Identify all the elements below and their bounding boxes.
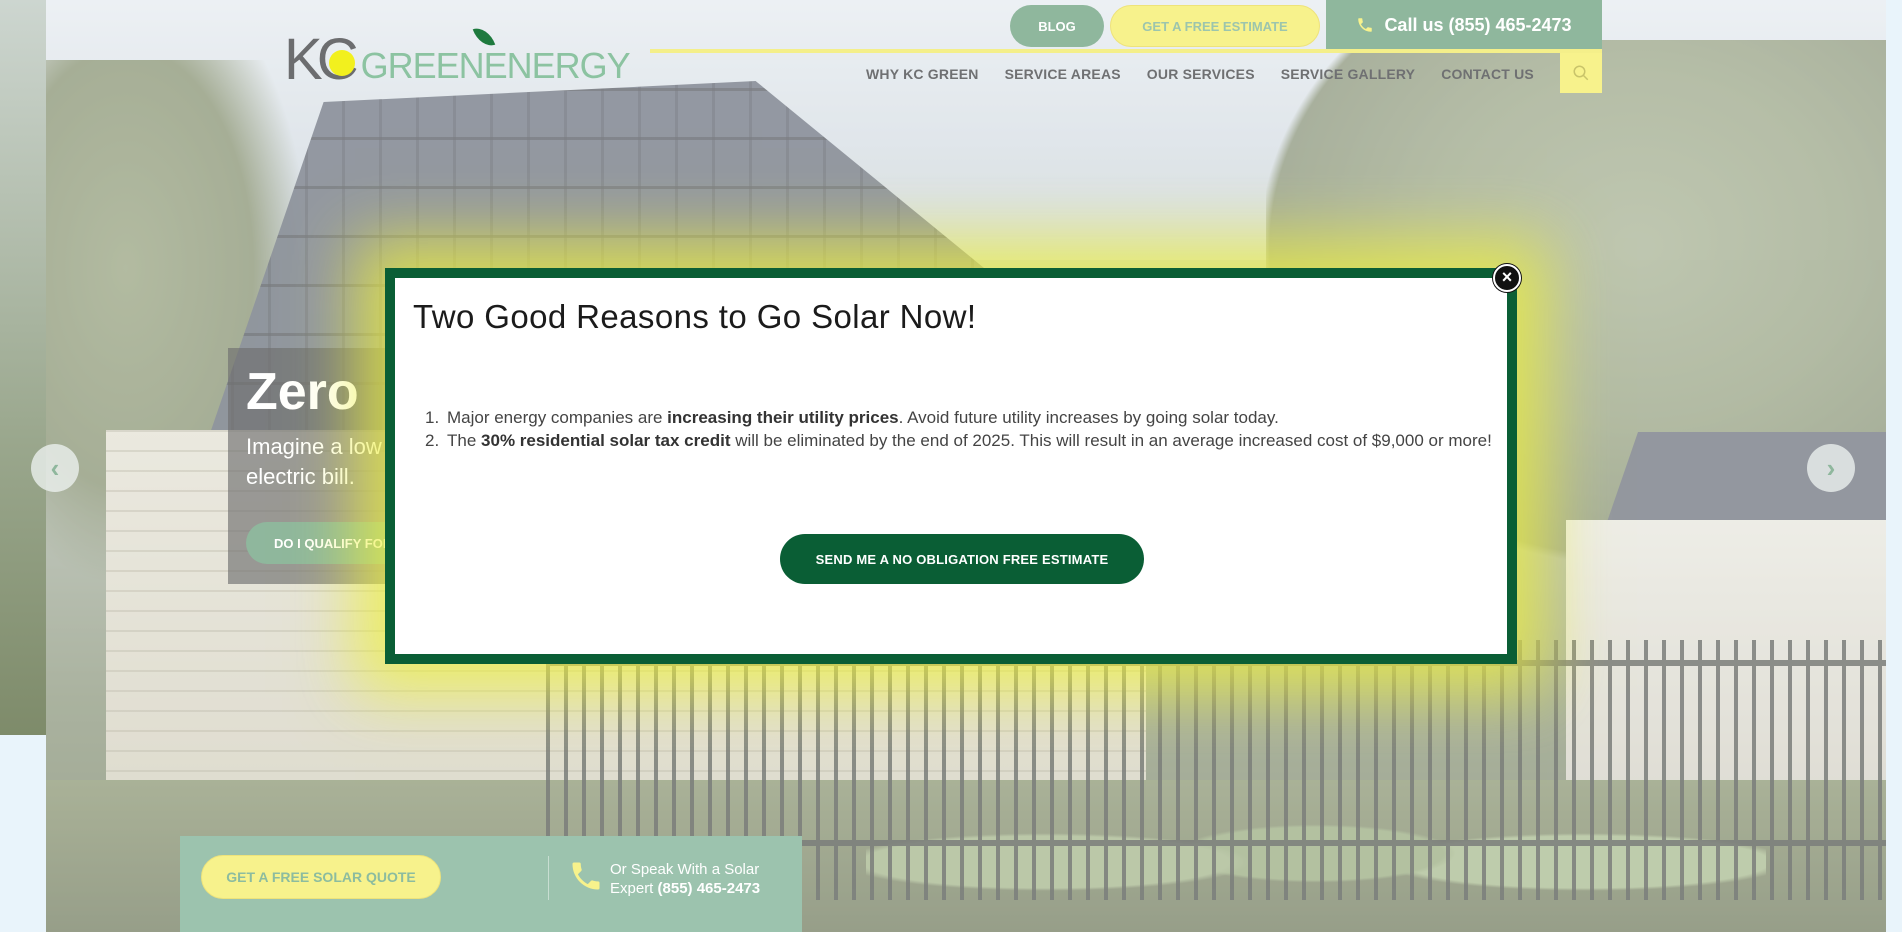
sun-icon: [328, 50, 355, 76]
logo-brand-text: GREENENERGY: [360, 45, 631, 86]
send-free-estimate-button[interactable]: SEND ME A NO OBLIGATION FREE ESTIMATE: [780, 534, 1144, 584]
list-item-text-end: will be eliminated by the end of 2025. T…: [730, 431, 1492, 450]
modal-title: Two Good Reasons to Go Solar Now!: [413, 298, 977, 335]
close-icon[interactable]: ×: [1493, 264, 1521, 292]
list-item-text-end: . Avoid future utility increases by goin…: [898, 408, 1279, 427]
phone-icon: [572, 862, 600, 890]
list-item: 2. The 30% residential solar tax credit …: [425, 429, 1495, 452]
nav-item-contact-us[interactable]: CONTACT US: [1441, 66, 1534, 82]
chevron-right-icon: ›: [1826, 452, 1836, 483]
reasons-list: 1. Major energy companies are increasing…: [425, 406, 1495, 452]
promo-modal: Two Good Reasons to Go Solar Now! 1. Maj…: [385, 268, 1517, 664]
speak-with-expert-phone: (855) 465-2473: [657, 880, 761, 897]
list-item-text-start: The: [447, 431, 482, 450]
logo-letter-c: C: [317, 31, 359, 89]
list-item-text: Major energy companies are increasing th…: [447, 406, 1279, 429]
free-solar-quote-button[interactable]: GET A FREE SOLAR QUOTE: [201, 855, 441, 899]
search-button[interactable]: [1560, 53, 1602, 93]
call-us-label: Call us (855) 465-2473: [1384, 14, 1572, 35]
nav-divider: [650, 49, 1602, 53]
list-item: 1. Major energy companies are increasing…: [425, 406, 1495, 429]
call-us-button[interactable]: Call us (855) 465-2473: [1326, 0, 1602, 50]
phone-icon: [1358, 18, 1373, 32]
list-item-text-bold: 30% residential solar tax credit: [481, 431, 731, 450]
list-item-number: 1.: [425, 408, 440, 427]
list-item-text-start: Major energy companies are: [447, 408, 668, 427]
list-item-number: 2.: [425, 431, 440, 450]
nav-item-service-gallery[interactable]: SERVICE GALLERY: [1281, 66, 1415, 82]
cta-divider: [548, 856, 549, 900]
list-item-text-bold: increasing their utility prices: [667, 408, 899, 427]
search-icon: [1573, 65, 1589, 81]
nav-item-our-services[interactable]: OUR SERVICES: [1147, 66, 1255, 82]
nav-item-service-areas[interactable]: SERVICE AREAS: [1005, 66, 1121, 82]
free-estimate-button[interactable]: GET A FREE ESTIMATE: [1110, 5, 1320, 47]
carousel-next-button[interactable]: ›: [1807, 444, 1855, 492]
logo-letter-k: K: [284, 27, 323, 92]
main-nav: WHY KC GREEN SERVICE AREAS OUR SERVICES …: [866, 66, 1534, 82]
nav-item-why-kc-green[interactable]: WHY KC GREEN: [866, 66, 979, 82]
qualify-button[interactable]: DO I QUALIFY FOR: [246, 522, 406, 564]
list-item-text: The 30% residential solar tax credit wil…: [447, 429, 1492, 452]
slide-title: Zero: [246, 363, 359, 421]
chevron-left-icon: ‹: [50, 452, 60, 483]
speak-with-expert[interactable]: Or Speak With a Solar Expert (855) 465-2…: [610, 860, 790, 898]
blog-button[interactable]: BLOG: [1010, 5, 1104, 47]
carousel-prev-button[interactable]: ‹: [31, 444, 79, 492]
left-edge-image: [0, 0, 46, 735]
logo[interactable]: K C GREENENERGY: [284, 23, 631, 92]
